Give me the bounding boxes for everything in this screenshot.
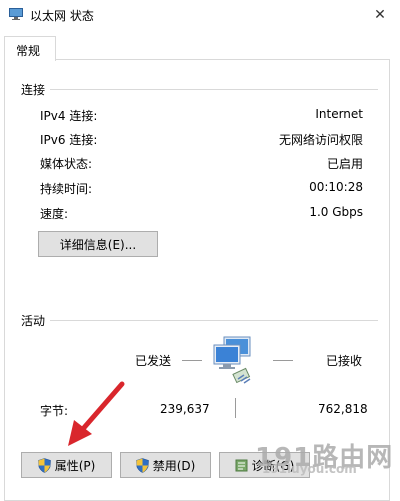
ipv4-label: IPv4 连接: <box>40 109 98 123</box>
duration-value: 00:10:28 <box>309 180 363 194</box>
pointer-arrow-icon <box>68 381 125 446</box>
close-icon: ✕ <box>374 7 386 23</box>
activity-section-label: 活动 <box>21 314 46 328</box>
diagnose-icon <box>235 459 248 471</box>
close-button[interactable]: ✕ <box>360 0 400 30</box>
details-button-label: 详细信息(E)... <box>59 237 137 252</box>
connection-divider <box>50 89 378 90</box>
received-label: 已接收 <box>326 354 363 368</box>
ipv4-value: Internet <box>315 107 363 121</box>
disable-button-label: 禁用(D) <box>152 458 196 473</box>
speed-value: 1.0 Gbps <box>309 205 363 219</box>
properties-button-label: 属性(P) <box>54 458 96 473</box>
sent-label: 已发送 <box>135 354 172 368</box>
network-activity-icon <box>213 336 251 384</box>
speed-label: 速度: <box>40 207 69 221</box>
activity-divider <box>50 320 378 321</box>
watermark-url: 191luyou.com <box>262 462 357 476</box>
bytes-received-value: 762,818 <box>318 402 368 416</box>
connection-section-label: 连接 <box>21 83 46 97</box>
network-icon <box>9 8 23 20</box>
bytes-sent-value: 239,637 <box>160 402 210 416</box>
tab-general[interactable]: 常规 <box>4 36 56 61</box>
window-title: 以太网 状态 <box>30 9 94 23</box>
ipv6-value: 无网络访问权限 <box>278 133 363 147</box>
properties-button[interactable]: 属性(P) <box>21 452 112 478</box>
disable-button[interactable]: 禁用(D) <box>120 452 211 478</box>
ipv6-label: IPv6 连接: <box>40 133 98 147</box>
shield-icon <box>135 457 149 473</box>
sent-dash <box>182 360 202 361</box>
media-state-label: 媒体状态: <box>40 157 93 171</box>
media-state-value: 已启用 <box>326 157 363 171</box>
details-button[interactable]: 详细信息(E)... <box>38 231 158 257</box>
duration-label: 持续时间: <box>40 182 93 196</box>
shield-icon <box>37 457 51 473</box>
title-bar: 以太网 状态 ✕ <box>0 0 400 30</box>
tab-label: 常规 <box>16 44 41 58</box>
received-dash <box>273 360 293 361</box>
bytes-separator <box>235 398 236 418</box>
